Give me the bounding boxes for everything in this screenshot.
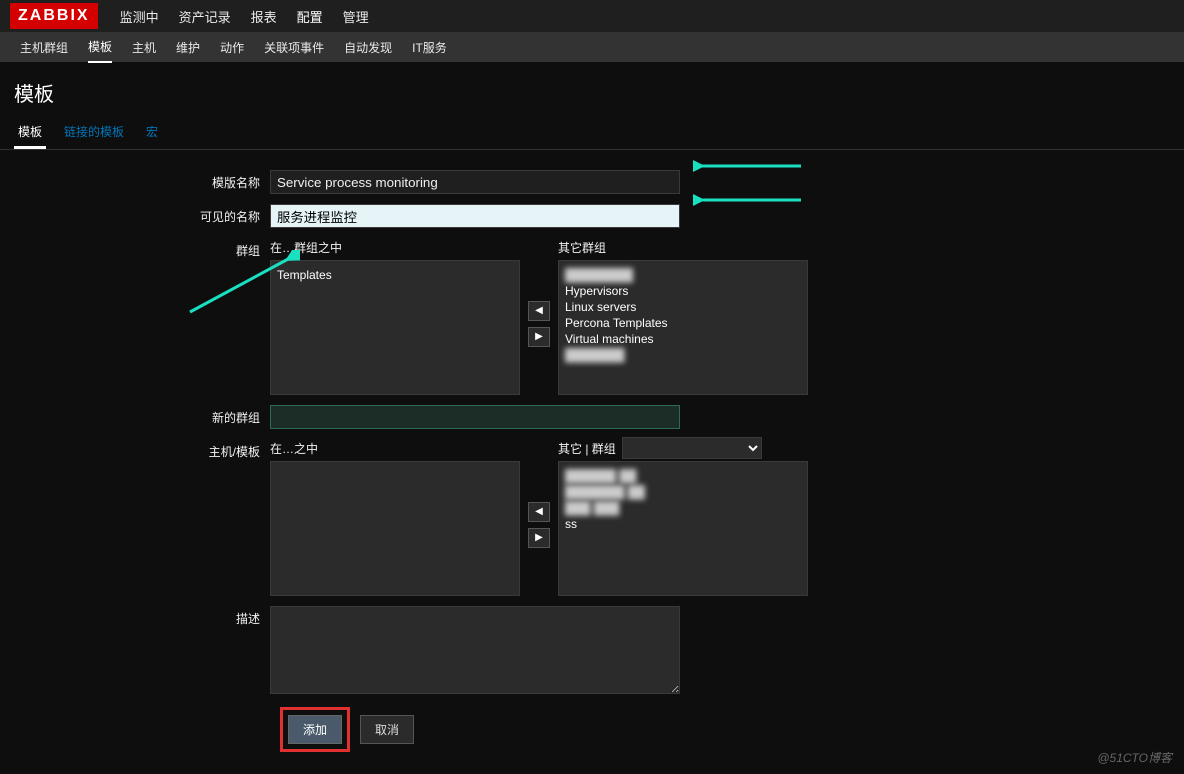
list-item[interactable]: ss [565, 516, 801, 532]
label-description: 描述 [10, 606, 270, 627]
groups-in-listbox[interactable]: Templates [270, 260, 520, 395]
hosts-in-listbox[interactable] [270, 461, 520, 596]
nav-admin[interactable]: 管理 [343, 7, 369, 26]
nav-reports[interactable]: 报表 [251, 7, 277, 26]
description-textarea[interactable] [270, 606, 680, 694]
tab-template[interactable]: 模板 [14, 117, 46, 149]
groups-in-label: 在…群组之中 [270, 238, 520, 256]
subnav-itservices[interactable]: IT服务 [412, 33, 447, 62]
label-groups: 群组 [10, 238, 270, 259]
list-item[interactable]: ███ ███ [565, 500, 801, 516]
page-title: 模板 [0, 62, 1184, 117]
tab-macros[interactable]: 宏 [142, 117, 162, 149]
label-hosts: 主机/模板 [10, 439, 270, 460]
tabs: 模板 链接的模板 宏 [0, 117, 1184, 150]
add-button[interactable]: 添加 [288, 715, 342, 744]
template-name-input[interactable] [270, 170, 680, 194]
label-visible-name: 可见的名称 [10, 204, 270, 225]
list-item[interactable]: Percona Templates [565, 315, 801, 331]
move-left-button[interactable]: ◀ [528, 301, 550, 321]
list-item[interactable]: ████████ [565, 267, 801, 283]
groups-other-listbox[interactable]: ████████ Hypervisors Linux servers Perco… [558, 260, 808, 395]
nav-config[interactable]: 配置 [297, 7, 323, 26]
form: 模版名称 可见的名称 群组 在…群组之中 Templates ◀ ▶ 其它群组 … [0, 150, 1184, 772]
subnav-discovery[interactable]: 自动发现 [344, 33, 392, 62]
hosts-in-label: 在…之中 [270, 439, 520, 457]
logo: ZABBIX [10, 3, 98, 29]
move-right-button[interactable]: ▶ [528, 528, 550, 548]
hosts-group-select[interactable] [622, 437, 762, 459]
add-button-highlight: 添加 [280, 707, 350, 752]
subnav-maintenance[interactable]: 维护 [176, 33, 200, 62]
watermark: @51CTO博客 [1097, 749, 1172, 766]
cancel-button[interactable]: 取消 [360, 715, 414, 744]
new-group-input[interactable] [270, 405, 680, 429]
sub-nav: 主机群组 模板 主机 维护 动作 关联项事件 自动发现 IT服务 [0, 32, 1184, 62]
tab-linked[interactable]: 链接的模板 [60, 117, 128, 149]
list-item[interactable]: Templates [277, 267, 513, 283]
nav-inventory[interactable]: 资产记录 [179, 7, 231, 26]
label-template-name: 模版名称 [10, 170, 270, 191]
subnav-actions[interactable]: 动作 [220, 33, 244, 62]
top-nav: ZABBIX 监测中 资产记录 报表 配置 管理 [0, 0, 1184, 32]
subnav-hosts[interactable]: 主机 [132, 33, 156, 62]
list-item[interactable]: ███████ ██ [565, 484, 801, 500]
subnav-templates[interactable]: 模板 [88, 32, 112, 63]
hosts-other-label: 其它 | 群组 [558, 439, 808, 457]
hosts-other-listbox[interactable]: ██████ ██ ███████ ██ ███ ███ ss [558, 461, 808, 596]
groups-other-label: 其它群组 [558, 238, 808, 256]
visible-name-input[interactable] [270, 204, 680, 228]
list-item[interactable]: ██████ ██ [565, 468, 801, 484]
list-item[interactable]: Hypervisors [565, 283, 801, 299]
subnav-correlation[interactable]: 关联项事件 [264, 33, 324, 62]
move-right-button[interactable]: ▶ [528, 327, 550, 347]
label-new-group: 新的群组 [10, 405, 270, 426]
subnav-hostgroups[interactable]: 主机群组 [20, 33, 68, 62]
list-item[interactable]: Virtual machines [565, 331, 801, 347]
move-left-button[interactable]: ◀ [528, 502, 550, 522]
list-item[interactable]: ███████ [565, 347, 801, 363]
list-item[interactable]: Linux servers [565, 299, 801, 315]
nav-monitor[interactable]: 监测中 [120, 7, 159, 26]
